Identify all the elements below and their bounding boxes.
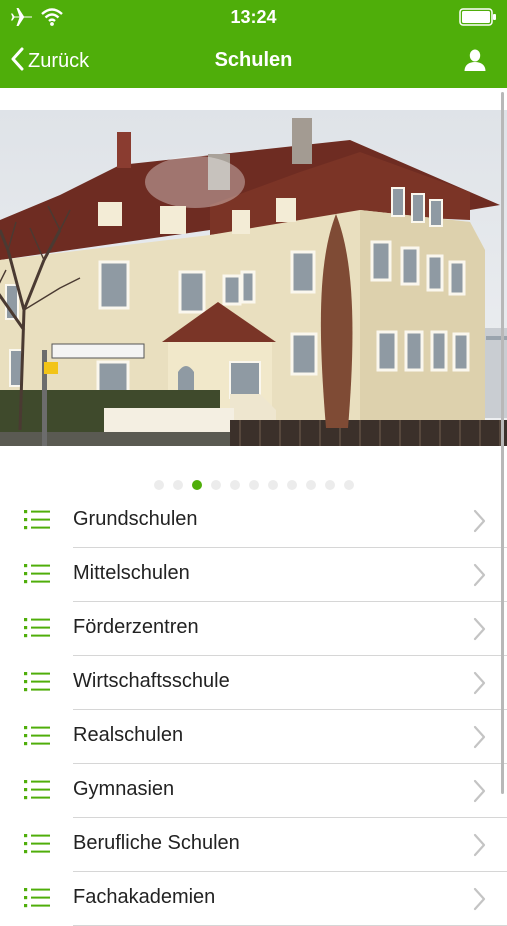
page-dot[interactable] xyxy=(343,480,354,490)
school-category-list: Grundschulen Mittelschulen Förderzentren… xyxy=(0,494,507,926)
school-photo[interactable] xyxy=(0,110,507,446)
list-item[interactable]: Gymnasien xyxy=(0,764,507,818)
chevron-right-icon xyxy=(473,509,487,538)
page-dot-active[interactable] xyxy=(191,480,202,490)
list-icon xyxy=(24,617,50,644)
list-item-label: Gymnasien xyxy=(73,778,175,800)
page-dot[interactable] xyxy=(248,480,259,490)
list-item[interactable]: Förderzentren xyxy=(0,602,507,656)
page-dot[interactable] xyxy=(172,480,183,490)
back-button[interactable]: Zurück xyxy=(10,46,89,76)
back-button-label: Zurück xyxy=(28,49,90,72)
list-item[interactable]: Berufliche Schulen xyxy=(0,818,507,872)
chevron-right-icon xyxy=(473,887,487,916)
chevron-right-icon xyxy=(473,833,487,862)
page-dot[interactable] xyxy=(324,480,335,490)
list-item[interactable]: Wirtschaftsschule xyxy=(0,656,507,710)
list-item-label: Wirtschaftsschule xyxy=(73,670,230,692)
list-item-label: Berufliche Schulen xyxy=(73,832,240,854)
list-icon xyxy=(24,671,50,698)
scrollbar[interactable] xyxy=(501,92,504,794)
list-item[interactable]: Fachakademien xyxy=(0,872,507,926)
page-dot[interactable] xyxy=(267,480,278,490)
status-time: 13:24 xyxy=(230,7,277,27)
chevron-right-icon xyxy=(473,563,487,592)
list-item[interactable]: Realschulen xyxy=(0,710,507,764)
list-icon xyxy=(24,779,50,806)
user-profile-button[interactable] xyxy=(463,48,487,77)
list-icon xyxy=(24,725,50,752)
list-item-label: Förderzentren xyxy=(73,616,199,638)
user-icon xyxy=(463,49,487,76)
page-dot[interactable] xyxy=(229,480,240,490)
list-icon xyxy=(24,887,50,914)
chevron-right-icon xyxy=(473,671,487,700)
page-dot[interactable] xyxy=(210,480,221,490)
navigation-bar: Zurück Schulen xyxy=(0,36,507,88)
page-dot[interactable] xyxy=(153,480,164,490)
page-dot[interactable] xyxy=(305,480,316,490)
chevron-left-icon xyxy=(10,47,24,76)
chevron-right-icon xyxy=(473,779,487,808)
list-item-label: Mittelschulen xyxy=(73,562,190,584)
chevron-right-icon xyxy=(473,617,487,646)
list-item-label: Grundschulen xyxy=(73,508,198,530)
list-item-label: Realschulen xyxy=(73,724,184,746)
list-icon xyxy=(24,563,50,590)
carousel-page-indicator[interactable] xyxy=(0,480,507,494)
status-bar: 13:24 xyxy=(0,0,507,36)
chevron-right-icon xyxy=(473,725,487,754)
page-dot[interactable] xyxy=(286,480,297,490)
list-item[interactable]: Mittelschulen xyxy=(0,548,507,602)
list-icon xyxy=(24,833,50,860)
list-item-label: Fachakademien xyxy=(73,886,216,908)
list-item[interactable]: Grundschulen xyxy=(0,494,507,548)
battery-icon xyxy=(459,8,497,31)
list-icon xyxy=(24,509,50,536)
